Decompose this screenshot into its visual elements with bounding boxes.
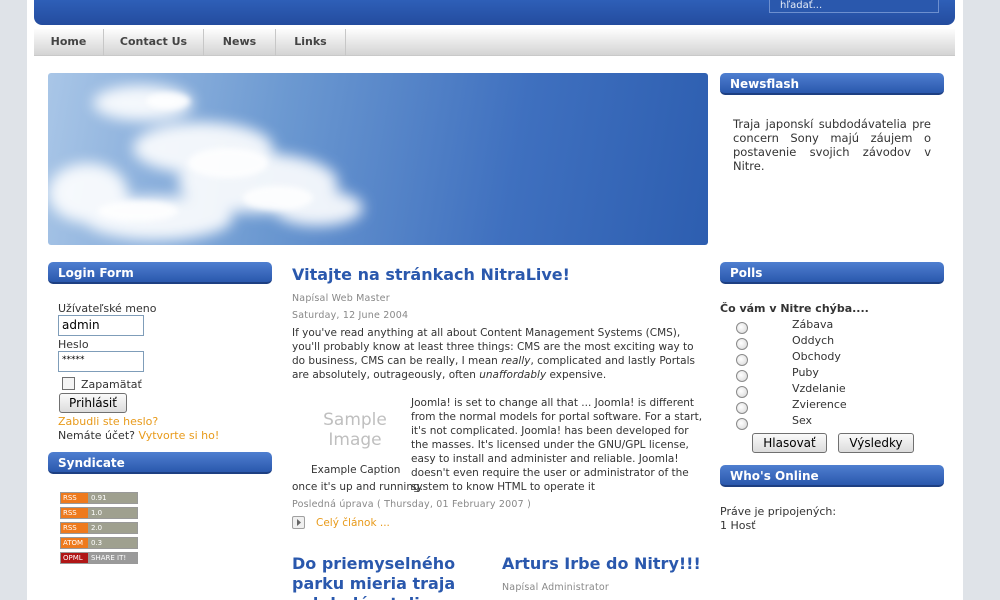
poll-radio-oddych[interactable] [736, 338, 748, 350]
poll-option-label: Obchody [792, 350, 841, 363]
badge-version: 0.3 [91, 539, 103, 547]
article-intro: If you've read anything at all about Con… [292, 326, 704, 382]
article-body: Joomla! is set to change all that ... Jo… [411, 397, 703, 493]
poll-option-label: Oddych [792, 334, 835, 347]
rss-20-badge[interactable]: RSS 2.0 [60, 522, 138, 534]
forgot-password-link[interactable]: Zabudli ste heslo? [58, 415, 158, 429]
intro-emphasis: unaffordably [479, 369, 547, 381]
remember-label: Zapamätať [81, 378, 142, 391]
badge-type: OPML [61, 553, 88, 563]
username-label: Užívateľské meno [58, 302, 157, 315]
no-account-text: Nemáte účet? Vytvorte si ho! [58, 429, 219, 443]
rss-10-badge[interactable]: RSS 1.0 [60, 507, 138, 519]
online-count-label: Práve je pripojených: [720, 505, 837, 518]
newsflash-heading: Newsflash [720, 73, 944, 95]
atom-03-badge[interactable]: ATOM 0.3 [60, 537, 138, 549]
poll-question: Čo vám v Nitre chýba.... [720, 302, 869, 315]
article-author: Napísal Web Master [292, 293, 390, 304]
login-form-heading: Login Form [48, 262, 272, 284]
header-banner-image [48, 73, 708, 245]
intro-text: expensive. [546, 369, 607, 381]
newsflash-text: Traja japonskí subdodávatelia pre concer… [733, 117, 931, 173]
nav-tab-links[interactable]: Links [276, 29, 346, 56]
polls-heading: Polls [720, 262, 944, 284]
nav-tab-home[interactable]: Home [34, 29, 104, 56]
username-input[interactable]: admin [58, 315, 144, 336]
badge-version: 2.0 [91, 524, 103, 532]
badge-type: RSS [61, 508, 88, 518]
password-label: Heslo [58, 338, 89, 351]
sample-image: Sample Image [323, 410, 387, 450]
register-link[interactable]: Vytvorte si ho! [138, 429, 219, 442]
image-caption: Example Caption [311, 464, 401, 476]
badge-version: SHARE IT! [91, 554, 127, 562]
article-date: Saturday, 12 June 2004 [292, 310, 409, 321]
syndicate-heading: Syndicate [48, 452, 272, 474]
article-2-title-link[interactable]: Do priemyselného parku mieria traja subd… [292, 554, 500, 600]
article-modified-date: Posledná úprava ( Thursday, 01 February … [292, 499, 532, 510]
poll-option-label: Sex [792, 414, 813, 427]
nav-tab-news[interactable]: News [204, 29, 276, 56]
login-button[interactable]: Prihlásiť [59, 393, 127, 413]
online-guest-count: 1 Hosť [720, 519, 756, 532]
read-more-arrow-icon[interactable] [292, 516, 305, 529]
article-title-link[interactable]: Vitajte na stránkach NitraLive! [292, 265, 570, 285]
poll-option-label: Puby [792, 366, 819, 379]
poll-radio-sex[interactable] [736, 418, 748, 430]
poll-option-label: Zvierence [792, 398, 847, 411]
poll-option-label: Zábava [792, 318, 834, 331]
vote-button[interactable]: Hlasovať [752, 433, 827, 453]
badge-version: 0.91 [91, 494, 107, 502]
whos-online-heading: Who's Online [720, 465, 944, 487]
badge-type: RSS [61, 493, 88, 503]
poll-radio-zabava[interactable] [736, 322, 748, 334]
poll-radio-zvierence[interactable] [736, 402, 748, 414]
nav-tab-contact-us[interactable]: Contact Us [104, 29, 204, 56]
badge-version: 1.0 [91, 509, 103, 517]
article-3-title-link[interactable]: Arturs Irbe do Nitry!!! [502, 554, 701, 574]
badge-type: RSS [61, 523, 88, 533]
no-account-label: Nemáte účet? [58, 429, 135, 442]
main-nav: Home Contact Us News Links [34, 29, 955, 56]
read-more-link[interactable]: Celý článok ... [316, 516, 390, 530]
search-input[interactable]: hľadať... [769, 0, 939, 13]
poll-radio-obchody[interactable] [736, 354, 748, 366]
poll-radio-vzdelanie[interactable] [736, 386, 748, 398]
results-button[interactable]: Výsledky [838, 433, 914, 453]
opml-share-badge[interactable]: OPML SHARE IT! [60, 552, 138, 564]
remember-checkbox[interactable] [62, 377, 75, 390]
poll-radio-puby[interactable] [736, 370, 748, 382]
poll-option-label: Vzdelanie [792, 382, 846, 395]
article-3-author: Napísal Administrator [502, 582, 609, 593]
password-input[interactable]: ***** [58, 351, 144, 372]
badge-type: ATOM [61, 538, 88, 548]
rss-091-badge[interactable]: RSS 0.91 [60, 492, 138, 504]
intro-emphasis: really [501, 355, 531, 367]
article-body-end: once it's up and running. [292, 481, 423, 493]
